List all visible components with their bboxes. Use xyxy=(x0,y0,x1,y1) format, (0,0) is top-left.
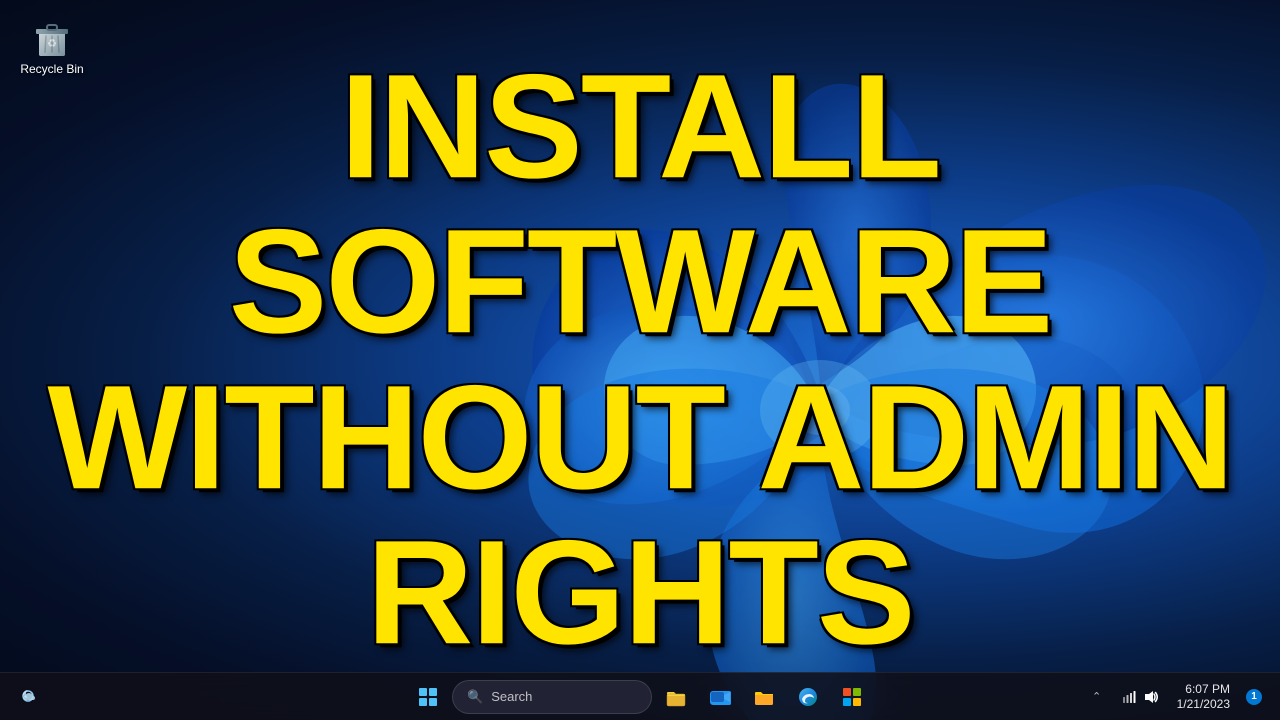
notification-badge: 1 xyxy=(1246,689,1262,705)
store-icon xyxy=(841,686,863,708)
weather-widget[interactable] xyxy=(12,679,48,715)
title-line2: WITHOUT ADMIN RIGHTS xyxy=(40,360,1240,671)
edge-icon xyxy=(797,686,819,708)
edge-button[interactable] xyxy=(788,677,828,717)
search-icon: 🔍 xyxy=(467,689,483,705)
search-label: Search xyxy=(491,689,532,704)
taskbar-center: 🔍 Search xyxy=(408,677,872,717)
clock[interactable]: 6:07 PM 1/21/2023 xyxy=(1169,680,1238,713)
clock-time: 6:07 PM xyxy=(1185,682,1230,696)
show-hidden-icons-button[interactable]: ⌃ xyxy=(1083,677,1111,717)
file-explorer-button[interactable] xyxy=(656,677,696,717)
windows-logo xyxy=(419,688,437,706)
folder-button[interactable] xyxy=(744,677,784,717)
zoom-icon xyxy=(709,686,731,708)
chevron-up-icon: ⌃ xyxy=(1092,690,1101,703)
title-overlay: INSTALL SOFTWARE WITHOUT ADMIN RIGHTS xyxy=(40,49,1240,671)
clock-date: 1/21/2023 xyxy=(1177,697,1230,711)
network-icon xyxy=(1121,689,1137,705)
zoom-button[interactable] xyxy=(700,677,740,717)
start-button[interactable] xyxy=(408,677,448,717)
taskbar: 🔍 Search xyxy=(0,672,1280,720)
search-bar[interactable]: 🔍 Search xyxy=(452,680,652,714)
speaker-icon xyxy=(1143,689,1159,705)
svg-text:♻: ♻ xyxy=(47,38,57,50)
file-explorer-icon xyxy=(665,686,687,708)
taskbar-right: ⌃ 6:07 PM 1/21/2023 1 xyxy=(1083,677,1268,717)
store-button[interactable] xyxy=(832,677,872,717)
title-line1: INSTALL SOFTWARE xyxy=(40,49,1240,360)
notification-center-button[interactable]: 1 xyxy=(1240,677,1268,717)
cloud-icon xyxy=(19,686,41,708)
system-tray[interactable] xyxy=(1113,685,1167,709)
folder-icon xyxy=(753,686,775,708)
taskbar-left xyxy=(12,679,48,715)
